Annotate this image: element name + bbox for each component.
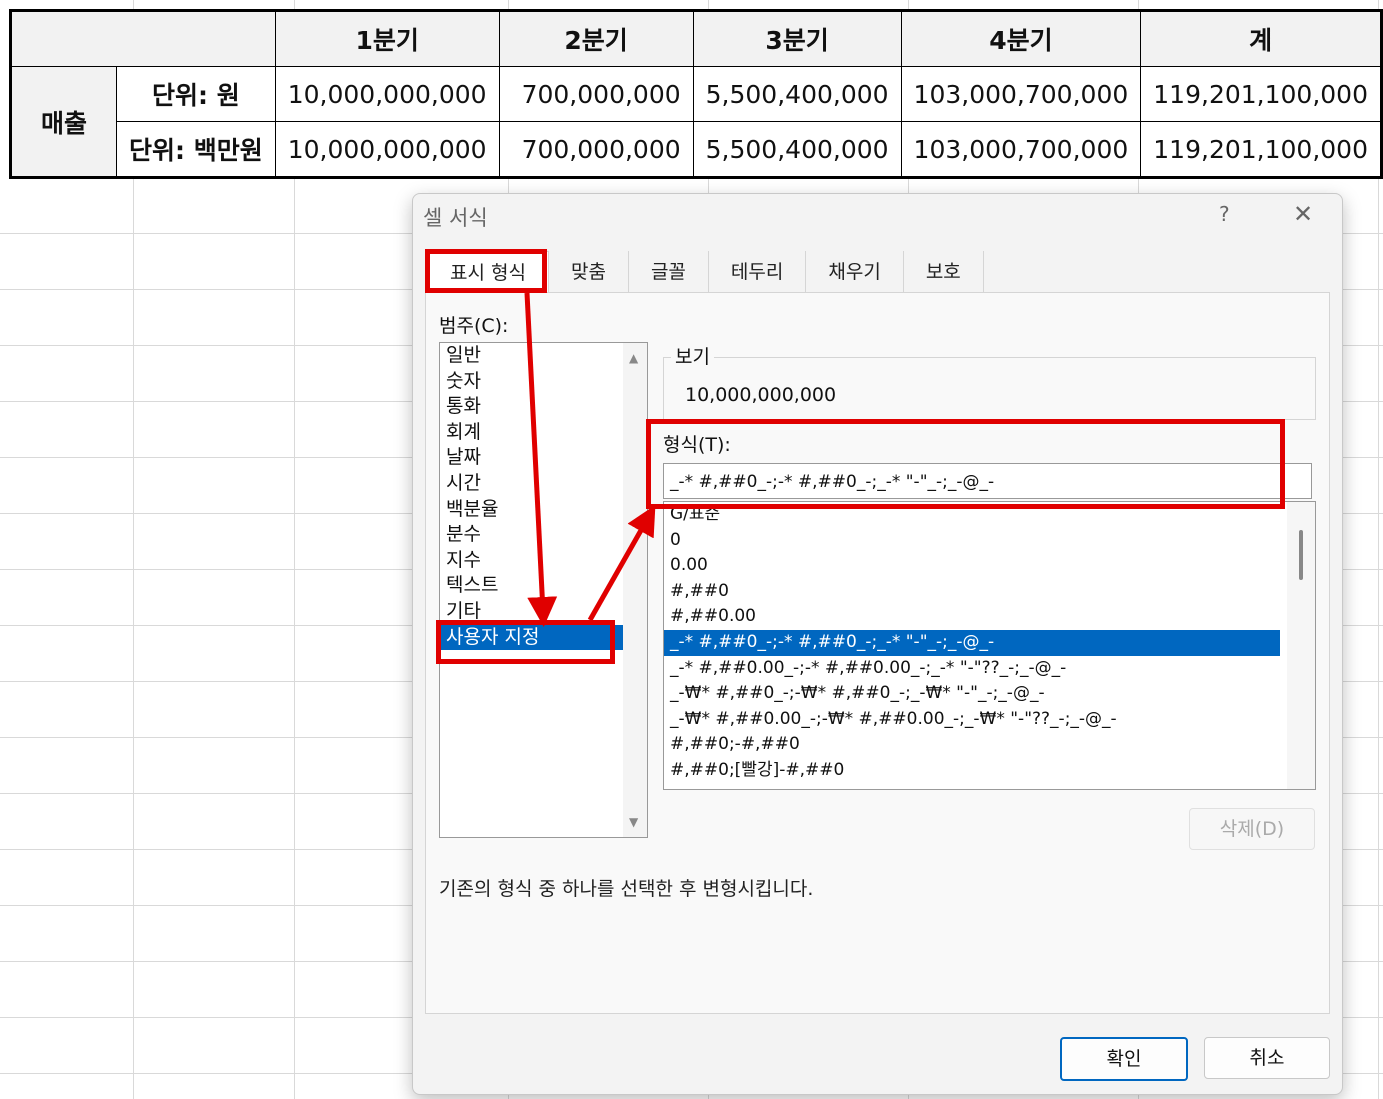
- table-header-cell[interactable]: 4분기: [900, 10, 1142, 67]
- value-cell[interactable]: 119,201,100,000: [1140, 121, 1382, 178]
- table-row: 매출 단위: 원 10,000,000,000 700,000,000 5,50…: [9, 66, 1382, 178]
- unit-label-cell[interactable]: 단위: 백만원: [116, 121, 276, 178]
- value-cell[interactable]: 700,000,000: [498, 121, 694, 178]
- cancel-button[interactable]: 취소: [1204, 1037, 1330, 1079]
- unit-label-cell[interactable]: 단위: 원: [116, 66, 276, 122]
- table-header-cell[interactable]: 3분기: [692, 10, 902, 67]
- value-cell[interactable]: 119,201,100,000: [1140, 66, 1382, 122]
- category-label: 범주(C):: [439, 315, 509, 337]
- format-scrollbar[interactable]: [1287, 502, 1315, 789]
- hint-text: 기존의 형식 중 하나를 선택한 후 변형시킵니다.: [439, 878, 814, 900]
- value-cell[interactable]: 5,500,400,000: [692, 121, 902, 178]
- category-item[interactable]: 날짜: [440, 445, 647, 471]
- tab-alignment[interactable]: 맞춤: [549, 251, 629, 293]
- format-item[interactable]: _-* #,##0.00_-;-* #,##0.00_-;_-* "-"??_-…: [664, 656, 1315, 682]
- tab-protection[interactable]: 보호: [904, 251, 984, 293]
- format-item[interactable]: #,##0;[빨강]-#,##0: [664, 758, 1315, 784]
- format-item[interactable]: #,##0.00: [664, 604, 1315, 630]
- format-item[interactable]: #,##0;-#,##0: [664, 732, 1315, 758]
- scroll-down-icon[interactable]: ▼: [629, 815, 638, 829]
- category-item[interactable]: 분수: [440, 522, 647, 548]
- close-icon[interactable]: ✕: [1293, 200, 1313, 228]
- table-header-cell[interactable]: [10, 10, 276, 67]
- category-item[interactable]: 회계: [440, 420, 647, 446]
- category-item[interactable]: 텍스트: [440, 573, 647, 599]
- format-item[interactable]: 0: [664, 528, 1315, 554]
- category-item[interactable]: 지수: [440, 548, 647, 574]
- value-cell[interactable]: 10,000,000,000: [274, 66, 500, 122]
- value-cell[interactable]: 5,500,400,000: [692, 66, 902, 122]
- format-item[interactable]: _-₩* #,##0.00_-;-₩* #,##0.00_-;_-₩* "-"?…: [664, 707, 1315, 733]
- category-item[interactable]: 통화: [440, 394, 647, 420]
- format-item[interactable]: #,##0: [664, 579, 1315, 605]
- sample-label: 보기: [671, 342, 714, 369]
- delete-button[interactable]: 삭제(D): [1189, 808, 1315, 850]
- scroll-up-icon[interactable]: ▲: [629, 351, 638, 365]
- category-item[interactable]: 시간: [440, 471, 647, 497]
- ok-button[interactable]: 확인: [1060, 1037, 1188, 1081]
- scrollbar-thumb[interactable]: [1299, 530, 1303, 580]
- format-item[interactable]: 0.00: [664, 553, 1315, 579]
- format-item[interactable]: _-₩* #,##0_-;-₩* #,##0_-;_-₩* "-"_-;_-@_…: [664, 681, 1315, 707]
- table-header-cell[interactable]: 계: [1140, 10, 1382, 67]
- format-list[interactable]: G/표준 0 0.00 #,##0 #,##0.00 _-* #,##0_-;-…: [663, 501, 1316, 790]
- table-header-cell[interactable]: 1분기: [274, 10, 500, 67]
- dialog-title: 셀 서식: [423, 206, 488, 230]
- tab-font[interactable]: 글꼴: [629, 251, 709, 293]
- tab-border[interactable]: 테두리: [709, 251, 807, 293]
- table-row: 단위: 백만원 10,000,000,000 700,000,000 5,500…: [11, 121, 1382, 178]
- highlight-box-tab: [425, 249, 547, 293]
- category-item[interactable]: 일반: [440, 343, 647, 369]
- highlight-box-type: [646, 419, 1285, 509]
- table-header-row: 1분기 2분기 3분기 4분기 계: [10, 10, 1382, 67]
- value-cell[interactable]: 103,000,700,000: [900, 121, 1142, 178]
- value-cell[interactable]: 103,000,700,000: [900, 66, 1142, 122]
- value-cell[interactable]: 10,000,000,000: [274, 121, 500, 178]
- category-item[interactable]: 백분율: [440, 497, 647, 523]
- highlight-box-category: [436, 620, 615, 664]
- sales-table: 1분기 2분기 3분기 4분기 계 매출 단위: 원 10,000,000,00…: [9, 9, 1383, 179]
- group-label-cell[interactable]: 매출: [9, 66, 118, 178]
- category-item[interactable]: 숫자: [440, 369, 647, 395]
- help-icon[interactable]: ?: [1219, 202, 1230, 226]
- value-cell[interactable]: 700,000,000: [498, 66, 694, 122]
- category-list[interactable]: 일반 숫자 통화 회계 날짜 시간 백분율 분수 지수 텍스트 기타 사용자 지…: [439, 342, 648, 838]
- table-header-cell[interactable]: 2분기: [498, 10, 694, 67]
- format-item-selected[interactable]: _-* #,##0_-;-* #,##0_-;_-* "-"_-;_-@_-: [664, 629, 1280, 656]
- tab-fill[interactable]: 채우기: [806, 251, 904, 293]
- sample-value: 10,000,000,000: [685, 384, 837, 406]
- category-scrollbar[interactable]: ▲ ▼: [623, 343, 647, 837]
